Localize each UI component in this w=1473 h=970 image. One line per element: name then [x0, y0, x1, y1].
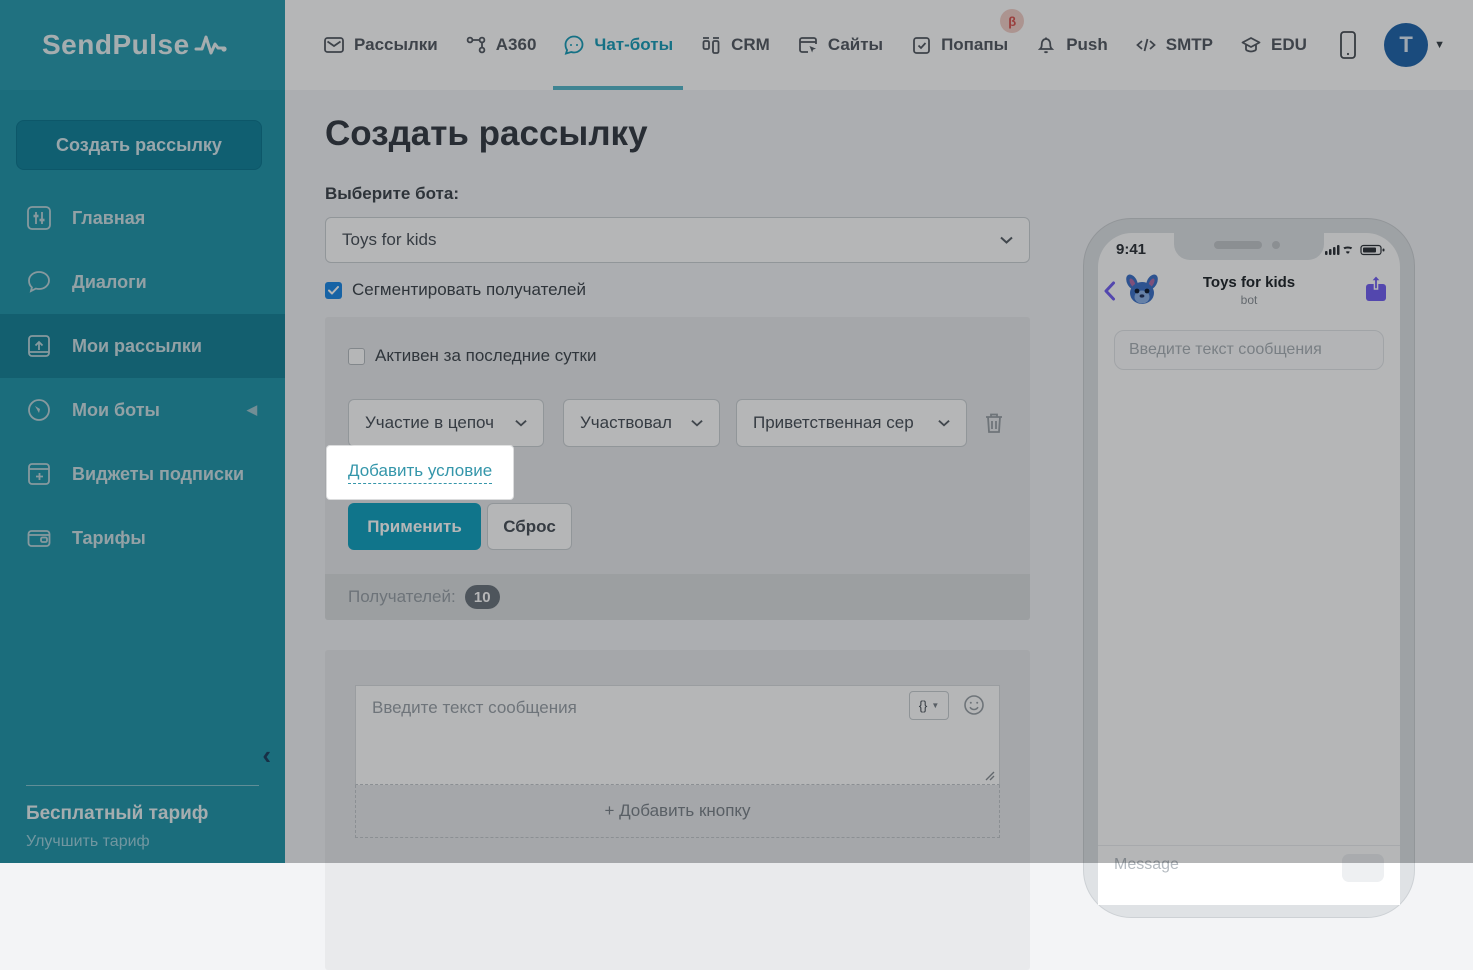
segment-recipients-checkbox[interactable]: Сегментировать получателей	[325, 280, 586, 300]
envelope-icon	[323, 34, 345, 56]
tab-broadcasts[interactable]: Рассылки	[323, 0, 438, 90]
tab-edu[interactable]: EDU	[1240, 0, 1307, 90]
segmentation-panel: Активен за последние сутки Участие в цеп…	[325, 317, 1030, 620]
sidebar-item-pricing[interactable]: Тарифы	[0, 506, 285, 570]
bot-select-label: Выберите бота:	[325, 184, 459, 204]
phone-send-area	[1342, 854, 1384, 882]
create-broadcast-button[interactable]: Создать рассылку	[16, 120, 262, 170]
sidebar-item-my-broadcasts[interactable]: Мои рассылки	[0, 314, 285, 378]
condition-value-select[interactable]: Приветственная сер	[736, 399, 967, 447]
phone-preview: 9:41	[1083, 218, 1415, 918]
tab-a360[interactable]: A360	[465, 0, 537, 90]
add-condition-spotlight: Добавить условие	[327, 446, 513, 499]
widget-plus-icon	[26, 461, 52, 487]
browser-cursor-icon	[797, 34, 819, 56]
chevron-down-icon: ▼	[931, 701, 939, 710]
recipients-label: Получателей:	[348, 587, 456, 607]
chatbot-face-icon	[563, 34, 585, 56]
pulse-icon	[194, 33, 228, 57]
upgrade-plan-link[interactable]: Улучшить тариф	[26, 833, 150, 851]
recipients-footer: Получателей: 10	[325, 574, 1030, 620]
tab-websites[interactable]: Сайты	[797, 0, 883, 90]
phone-message-input: Введите текст сообщения	[1114, 330, 1384, 370]
page-title: Создать рассылку	[325, 114, 648, 154]
broadcast-upload-icon	[26, 333, 52, 359]
account-menu[interactable]: T ▼	[1384, 23, 1445, 67]
phone-bot-name: Toys for kids	[1098, 274, 1400, 291]
phone-notch	[1174, 233, 1324, 260]
recipients-count-badge: 10	[465, 585, 500, 609]
top-navigation: Рассылки A360 Чат-боты CRM Сайты Попапы …	[285, 0, 1473, 90]
phone-status-icons	[1325, 243, 1387, 257]
sidebar-collapse-icon[interactable]: ‹	[262, 740, 271, 771]
chevron-down-icon	[938, 419, 950, 427]
condition-operator-select[interactable]: Участвовал	[563, 399, 720, 447]
checkbox-checked-icon[interactable]	[325, 282, 342, 299]
wallet-icon	[26, 525, 52, 551]
phone-screen: 9:41	[1098, 233, 1400, 905]
emoji-picker-icon[interactable]	[963, 694, 985, 716]
mobile-app-icon[interactable]	[1338, 30, 1358, 60]
graduation-cap-icon	[1240, 34, 1262, 56]
chevron-down-icon	[1000, 236, 1013, 244]
phone-bottom-bar: Message	[1098, 845, 1400, 905]
chevron-down-icon	[515, 419, 527, 427]
reset-button[interactable]: Сброс	[487, 503, 572, 550]
tab-smtp[interactable]: SMTP	[1135, 0, 1213, 90]
active-last-day-checkbox[interactable]: Активен за последние сутки	[348, 346, 597, 366]
phone-time: 9:41	[1116, 241, 1146, 258]
add-condition-link[interactable]: Добавить условие	[348, 461, 492, 484]
avatar[interactable]: T	[1384, 23, 1428, 67]
apply-button[interactable]: Применить	[348, 503, 481, 550]
resize-handle-icon[interactable]	[985, 771, 995, 781]
sidebar-item-dialogs[interactable]: Диалоги	[0, 250, 285, 314]
sidebar-nav: Главная Диалоги Мои рассылки Мои боты ◀	[0, 186, 285, 570]
add-keyboard-button[interactable]: + Добавить кнопку	[355, 785, 1000, 838]
bot-icon	[26, 397, 52, 423]
sliders-icon	[26, 205, 52, 231]
popup-check-icon	[910, 34, 932, 56]
message-composer-panel: Введите текст сообщения {} ▼ + Добавить …	[325, 650, 1030, 970]
logo-text: SendPulse	[42, 29, 190, 61]
code-icon	[1135, 34, 1157, 56]
plan-divider	[26, 785, 259, 786]
sendpulse-logo[interactable]: SendPulse	[0, 0, 285, 90]
bell-icon	[1035, 34, 1057, 56]
sidebar-item-my-bots[interactable]: Мои боты ◀	[0, 378, 285, 442]
phone-message-placeholder: Введите текст сообщения	[1129, 341, 1322, 359]
bot-select[interactable]: Toys for kids	[325, 217, 1030, 263]
message-textarea[interactable]: Введите текст сообщения {} ▼	[355, 685, 1000, 785]
message-placeholder: Введите текст сообщения	[372, 698, 577, 718]
sidebar-item-subscription-widgets[interactable]: Виджеты подписки	[0, 442, 285, 506]
tab-popups[interactable]: Попапы β	[910, 0, 1008, 90]
delete-condition-icon[interactable]	[983, 411, 1005, 435]
camera-dot	[1272, 241, 1280, 249]
kanban-icon	[700, 34, 722, 56]
speaker-slot	[1214, 241, 1262, 249]
bot-select-value: Toys for kids	[342, 230, 436, 250]
tab-crm[interactable]: CRM	[700, 0, 770, 90]
share-icon[interactable]	[1364, 274, 1388, 302]
automation-branch-icon	[465, 34, 487, 56]
sidebar-item-home[interactable]: Главная	[0, 186, 285, 250]
tab-push[interactable]: Push	[1035, 0, 1108, 90]
checkbox-unchecked-icon[interactable]	[348, 348, 365, 365]
tab-chatbots[interactable]: Чат-боты	[563, 0, 673, 90]
submenu-collapse-icon[interactable]: ◀	[247, 402, 257, 418]
chevron-down-icon: ▼	[1434, 39, 1445, 51]
insert-variable-button[interactable]: {} ▼	[909, 691, 949, 720]
phone-bot-subtitle: bot	[1098, 293, 1400, 307]
sidebar: SendPulse Создать рассылку Главная Диало…	[0, 0, 285, 863]
plan-name: Бесплатный тариф	[26, 803, 208, 825]
chevron-down-icon	[691, 419, 703, 427]
chat-bubble-icon	[26, 269, 52, 295]
phone-bottom-placeholder: Message	[1114, 856, 1179, 874]
condition-type-select[interactable]: Участие в цепоч	[348, 399, 544, 447]
beta-badge: β	[1000, 9, 1024, 33]
